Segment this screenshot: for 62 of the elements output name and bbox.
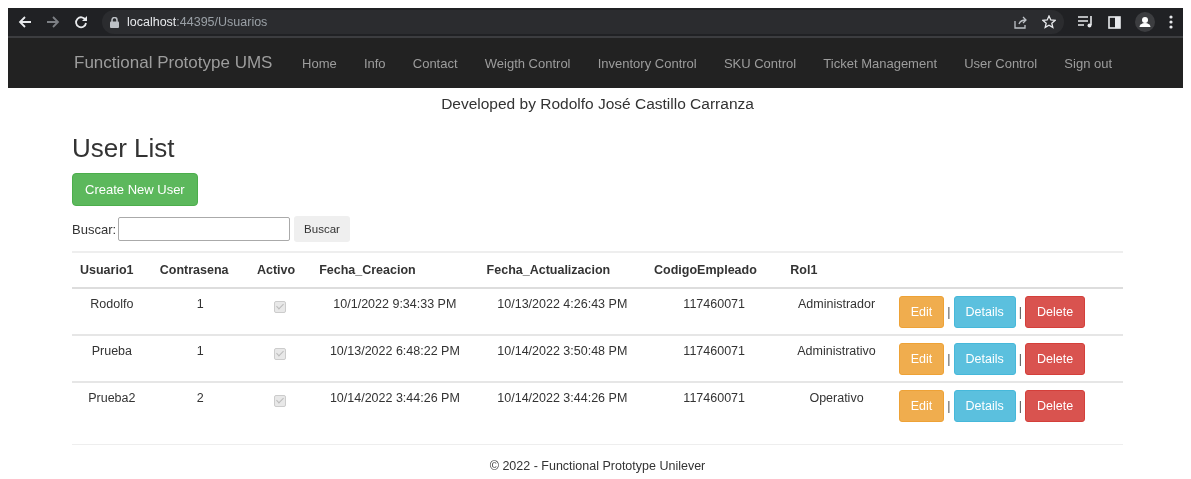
delete-button[interactable]: Delete [1025, 343, 1086, 375]
media-icon[interactable] [1078, 16, 1094, 28]
separator-text: | [1018, 305, 1022, 319]
lock-icon [110, 16, 119, 28]
table-cell: 1 [151, 288, 249, 335]
nav-link[interactable]: Info [350, 55, 400, 71]
table-cell: 10/13/2022 6:48:22 PM [311, 335, 479, 382]
delete-button[interactable]: Delete [1025, 296, 1086, 328]
table-cell: 10/13/2022 4:26:43 PM [478, 288, 647, 335]
nav-link[interactable]: Weigth Control [471, 55, 585, 71]
table-cell: 117460071 [646, 382, 783, 428]
table-cell: Administrador [782, 288, 891, 335]
table-cell: Administrativo [782, 335, 891, 382]
developer-credit: Developed by Rodolfo José Castillo Carranza [440, 95, 755, 113]
table-cell: 117460071 [646, 288, 783, 335]
table-cell: 2 [151, 382, 249, 428]
search-button[interactable]: Buscar [294, 216, 350, 242]
share-icon[interactable] [1014, 15, 1028, 29]
nav-link[interactable]: SKU Control [710, 55, 810, 71]
delete-button[interactable]: Delete [1025, 390, 1086, 422]
column-header: Usuario1 [72, 252, 152, 288]
address-bar[interactable]: localhost:44395/Usuarios [102, 10, 1064, 34]
column-header: Fecha_Actualizacion [478, 252, 647, 288]
url-text: localhost:44395/Usuarios [127, 15, 268, 29]
separator-text: | [947, 352, 951, 366]
column-header: Fecha_Creacion [311, 252, 479, 288]
separator-text: | [1018, 352, 1022, 366]
nav-link[interactable]: User Control [950, 55, 1051, 71]
table-cell: Operativo [782, 382, 891, 428]
forward-icon[interactable] [46, 15, 60, 29]
column-header: Activo [248, 252, 312, 288]
column-header: Contrasena [151, 252, 249, 288]
table-cell: 10/1/2022 9:34:33 PM [311, 288, 479, 335]
table-cell: Rodolfo [72, 288, 152, 335]
table-cell: 117460071 [646, 335, 783, 382]
table-cell: 1 [151, 335, 249, 382]
table-cell: 10/14/2022 3:44:26 PM [478, 382, 647, 428]
table-cell: Prueba [72, 335, 152, 382]
separator-text: | [947, 305, 951, 319]
footer-text: © 2022 - Functional Prototype Unilever [488, 459, 707, 474]
nav-link[interactable]: Contact [399, 55, 472, 71]
page-title: User List [72, 133, 176, 163]
star-icon[interactable] [1042, 15, 1056, 29]
table-cell: 10/14/2022 3:44:26 PM [311, 382, 479, 428]
search-label: Buscar: [72, 221, 117, 237]
separator-text: | [947, 399, 951, 413]
nav-link[interactable]: Sign out [1050, 55, 1126, 71]
nav-link[interactable]: Ticket Management [809, 55, 951, 71]
nav-link[interactable]: Inventory Control [584, 55, 711, 71]
back-icon[interactable] [18, 15, 32, 29]
column-header: CodigoEmpleado [646, 252, 783, 288]
profile-icon[interactable] [1135, 12, 1155, 32]
table-cell: Prueba2 [72, 382, 152, 428]
separator-text: | [1018, 399, 1022, 413]
search-field[interactable] [118, 217, 291, 241]
brand-link[interactable]: Functional Prototype UMS [72, 53, 275, 73]
side-panel-icon[interactable] [1108, 15, 1121, 29]
reload-icon[interactable] [74, 15, 88, 29]
nav-link[interactable]: Home [288, 55, 351, 71]
column-header: Rol1 [782, 252, 891, 288]
menu-icon[interactable] [1169, 15, 1173, 29]
table-cell: 10/14/2022 3:50:48 PM [478, 335, 647, 382]
